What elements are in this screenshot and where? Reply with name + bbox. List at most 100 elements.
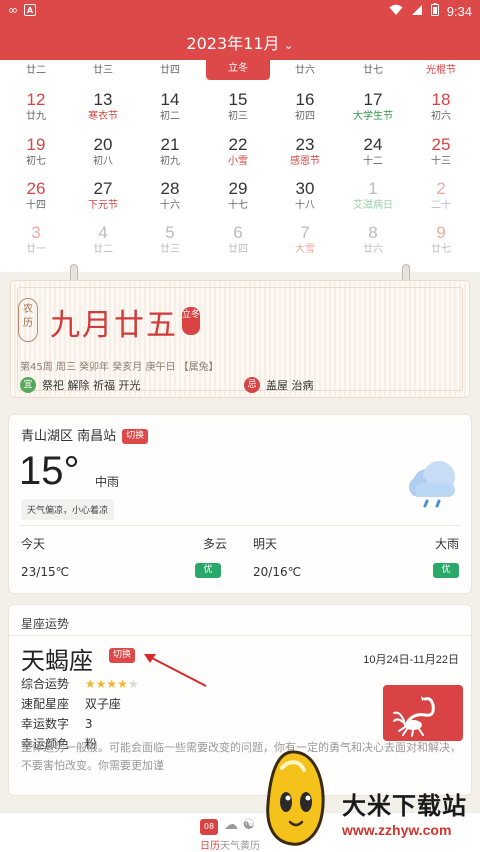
calendar-day-cell[interactable]: 21 初九 xyxy=(136,135,204,169)
solar-term-seal: 立冬 xyxy=(182,307,200,335)
calendar-day-cell[interactable]: 20 初八 xyxy=(69,135,137,169)
calendar-day-lunar: 廿七 xyxy=(363,65,383,76)
weather-switch-button[interactable]: 切换 xyxy=(122,429,149,444)
calendar-day-cell[interactable]: 15 初三 xyxy=(204,90,272,124)
calendar-day-number: 8 xyxy=(368,223,378,242)
month-title: 2023年11月 xyxy=(186,34,280,53)
zodiac-name: 天蝎座 xyxy=(21,647,93,675)
calendar-day-lunar: 廿七 xyxy=(431,244,451,255)
calendar-day-cell[interactable]: 30 十八 xyxy=(271,179,339,213)
calendar-day-cell[interactable]: 19 初七 xyxy=(2,135,70,169)
calendar-day-number: 20 xyxy=(93,135,113,154)
calendar-day-cell[interactable]: 13 寒衣节 xyxy=(69,90,137,124)
star-icon: ★ xyxy=(106,677,118,691)
calendar-day-cell[interactable]: 4 廿二 xyxy=(69,223,137,257)
calendar-day-cell[interactable]: 光棍节 xyxy=(407,64,475,78)
ji-section: 忌 盖屋 治病 xyxy=(244,377,314,393)
calendar-day-cell[interactable]: 18 初六 xyxy=(407,90,475,124)
calendar-day-cell[interactable]: 1 艾滋病日 xyxy=(339,179,407,213)
calendar-day-lunar: 廿二 xyxy=(93,244,113,255)
calendar-day-lunar: 十四 xyxy=(26,200,46,211)
calendar-day-cell[interactable]: 5 廿三 xyxy=(136,223,204,257)
calendar-day-cell[interactable]: 8 廿六 xyxy=(339,223,407,257)
calendar-day-lunar: 廿九 xyxy=(26,111,46,122)
zodiac-switch-button[interactable]: 切换 xyxy=(109,648,136,663)
zodiac-section-title: 星座运势 xyxy=(21,617,70,631)
calendar-day-cell[interactable]: 25 十三 xyxy=(407,135,475,169)
status-notification-icons: ∞ A xyxy=(8,3,36,17)
nav-calendar-tab[interactable]: 08 xyxy=(200,819,218,835)
calendar-day-lunar: 艾滋病日 xyxy=(353,200,393,211)
calendar-day-cell[interactable]: 27 下元节 xyxy=(69,179,137,213)
lucky-number-label: 幸运数字 xyxy=(21,717,70,731)
calendar-day-cell[interactable]: 24 十二 xyxy=(339,135,407,169)
infinity-icon: ∞ xyxy=(8,3,18,17)
today-air-quality: 优 xyxy=(195,563,221,578)
current-temperature: 15° xyxy=(19,449,80,493)
zodiac-date-range: 10月24日-11月22日 xyxy=(363,654,459,666)
star-icon: ★ xyxy=(95,677,107,691)
calendar-day-number: 28 xyxy=(160,179,180,198)
calendar-day-cell[interactable]: 29 十七 xyxy=(204,179,272,213)
calendar-grid: 廿二 廿三 廿四 廿六 廿七 光棍节 12 廿九 13 寒衣节 14 初二 15 初三 16 初四 17 大学生节… xyxy=(0,60,480,272)
month-selector[interactable]: 2023年11月 ⌄ xyxy=(0,30,480,54)
match-label: 速配星座 xyxy=(21,697,70,711)
wifi-icon xyxy=(389,4,403,19)
calendar-day-lunar: 二十 xyxy=(431,200,451,211)
calendar-day-cell[interactable]: 7 大雪 xyxy=(271,223,339,257)
a-app-icon: A xyxy=(24,4,36,16)
calendar-day-number: 16 xyxy=(295,90,315,109)
calendar-day-lunar: 廿三 xyxy=(160,244,180,255)
calendar-day-cell[interactable]: 17 大学生节 xyxy=(339,90,407,124)
calendar-day-cell[interactable]: 16 初四 xyxy=(271,90,339,124)
calendar-day-lunar: 寒衣节 xyxy=(88,111,118,122)
selected-day-tab[interactable]: 立冬 xyxy=(206,60,270,80)
zodiac-divider xyxy=(9,635,471,636)
yi-text: 祭祀 解除 祈福 开光 xyxy=(42,379,141,392)
calendar-day-cell[interactable]: 22 小雪 xyxy=(204,135,272,169)
calendar-day-number: 24 xyxy=(363,135,383,154)
calendar-day-lunar: 廿六 xyxy=(295,65,315,76)
today-label: 今天 xyxy=(21,537,46,551)
calendar-day-cell[interactable]: 14 初二 xyxy=(136,90,204,124)
ji-text: 盖屋 治病 xyxy=(266,379,314,392)
weather-card[interactable]: 青山湖区 南昌站 切换 15° 中雨 天气偏凉，小心着凉 今天 多云 23/15℃… xyxy=(8,414,472,594)
overall-fortune-row: 综合运势 ★★★★★ xyxy=(21,675,139,692)
ji-badge: 忌 xyxy=(244,377,260,393)
calendar-day-number: 4 xyxy=(98,223,108,242)
calendar-day-cell[interactable]: 23 感恩节 xyxy=(271,135,339,169)
calendar-day-lunar: 初四 xyxy=(295,111,315,122)
calendar-day-lunar: 初八 xyxy=(93,156,113,167)
tomorrow-label: 明天 xyxy=(253,537,278,551)
lunar-stamp: 农历 xyxy=(18,298,38,342)
calendar-day-lunar: 初二 xyxy=(160,111,180,122)
calendar-day-cell[interactable]: 28 十六 xyxy=(136,179,204,213)
calendar-day-cell[interactable]: 2 二十 xyxy=(407,179,475,213)
calendar-day-lunar: 廿六 xyxy=(363,244,383,255)
calendar-day-cell[interactable]: 3 廿一 xyxy=(2,223,70,257)
calendar-day-number: 22 xyxy=(228,135,248,154)
calendar-day-cell[interactable]: 9 廿七 xyxy=(407,223,475,257)
star-icon: ★ xyxy=(127,677,139,691)
calendar-day-cell[interactable]: 12 廿九 xyxy=(2,90,70,124)
calendar-day-lunar: 感恩节 xyxy=(290,156,320,167)
chevron-down-icon: ⌄ xyxy=(283,38,294,52)
calendar-day-number: 25 xyxy=(431,135,451,154)
calendar-day-cell[interactable]: 廿四 xyxy=(136,64,204,78)
calendar-day-cell[interactable]: 廿七 xyxy=(339,64,407,78)
calendar-day-lunar: 廿四 xyxy=(228,244,248,255)
calendar-day-lunar: 初九 xyxy=(160,156,180,167)
star-icon: ★ xyxy=(84,677,96,691)
calendar-day-cell[interactable]: 廿六 xyxy=(271,64,339,78)
calendar-day-cell[interactable]: 廿二 xyxy=(2,64,70,78)
calendar-day-cell[interactable]: 26 十四 xyxy=(2,179,70,213)
calendar-day-cell[interactable]: 廿三 xyxy=(69,64,137,78)
calendar-day-lunar: 十二 xyxy=(363,156,383,167)
nav-weather-icon[interactable]: ☁ ☯ xyxy=(224,817,255,833)
lucky-number-row: 幸运数字 3 xyxy=(21,715,92,732)
status-bar: ∞ A 9:34 xyxy=(0,0,480,22)
calendar-day-number: 1 xyxy=(368,179,378,198)
today-range: 23/15℃ xyxy=(21,565,70,579)
calendar-day-cell[interactable]: 6 廿四 xyxy=(204,223,272,257)
calendar-day-lunar: 十六 xyxy=(160,200,180,211)
